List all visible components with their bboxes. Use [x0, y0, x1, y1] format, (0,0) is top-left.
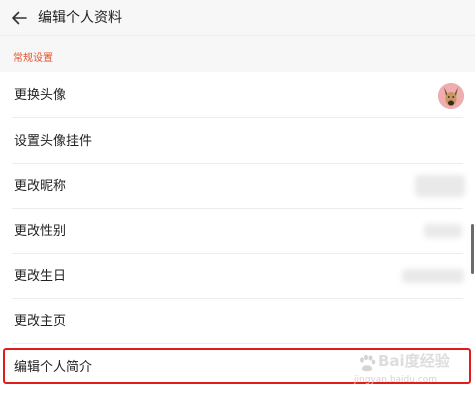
change-avatar-label: 更换头像 — [14, 88, 67, 103]
section-header: 常规设置 — [0, 36, 475, 72]
scrollbar[interactable] — [471, 224, 474, 274]
change-birthday-label: 更改生日 — [14, 269, 67, 284]
blurred-birthday-value — [402, 269, 464, 283]
change-homepage-row[interactable]: 更改主页 — [0, 299, 475, 344]
dog-avatar-icon — [438, 83, 464, 109]
avatar — [438, 83, 464, 109]
edit-bio-row[interactable]: 编辑个人简介 — [0, 345, 475, 390]
section-title: 常规设置 — [13, 53, 53, 64]
set-avatar-pendant-label: 设置头像挂件 — [14, 134, 93, 149]
change-gender-label: 更改性别 — [14, 224, 67, 239]
top-bar: 编辑个人资料 — [0, 0, 475, 36]
change-avatar-row[interactable]: 更换头像 — [0, 73, 475, 118]
blurred-nickname-value — [415, 175, 465, 197]
change-gender-row[interactable]: 更改性别 — [0, 209, 475, 254]
edit-bio-label: 编辑个人简介 — [14, 360, 93, 375]
change-birthday-row[interactable]: 更改生日 — [0, 254, 475, 299]
change-nickname-row[interactable]: 更改昵称 — [0, 164, 475, 209]
blurred-gender-value — [424, 224, 462, 238]
page-title: 编辑个人资料 — [38, 10, 122, 26]
row-divider — [12, 117, 463, 118]
change-nickname-label: 更改昵称 — [14, 179, 67, 194]
change-homepage-label: 更改主页 — [14, 314, 67, 329]
back-button[interactable] — [8, 7, 30, 29]
set-avatar-pendant-row[interactable]: 设置头像挂件 — [0, 119, 475, 164]
row-divider — [12, 343, 463, 344]
arrow-left-icon — [12, 11, 27, 25]
